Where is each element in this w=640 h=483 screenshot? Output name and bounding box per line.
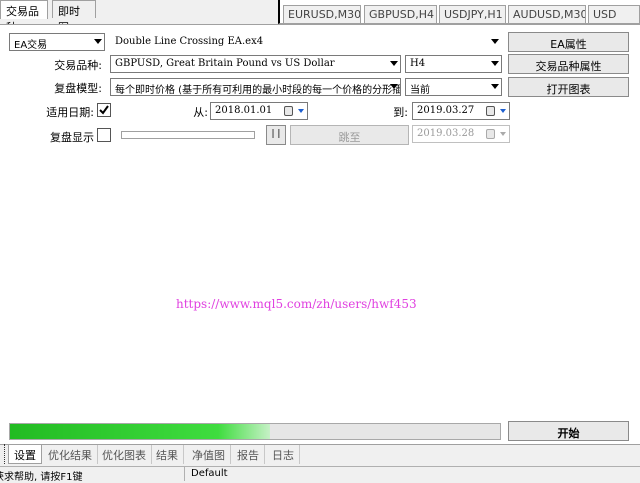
skip-date-picker[interactable]: 2019.03.28 bbox=[412, 125, 510, 143]
tab-graph[interactable]: 净值图 bbox=[187, 445, 231, 464]
pause-button[interactable]: | | bbox=[266, 125, 286, 145]
checkmark-icon bbox=[99, 105, 109, 115]
tab-results[interactable]: 结果 bbox=[151, 445, 184, 464]
chevron-down-icon bbox=[390, 61, 398, 66]
visual-mode-checkbox[interactable] bbox=[97, 128, 111, 142]
model-select-value: 每个即时价格 (基于所有可利用的最小时段的每一个价格的分形插 bbox=[115, 85, 401, 96]
calendar-icon bbox=[486, 129, 495, 139]
skip-date-value: 2019.03.28 bbox=[417, 128, 475, 139]
mode-select[interactable]: EA交易 bbox=[9, 33, 105, 51]
status-profile: Default bbox=[191, 468, 228, 479]
model-select[interactable]: 每个即时价格 (基于所有可利用的最小时段的每一个价格的分形插 bbox=[110, 78, 401, 96]
chevron-down-icon bbox=[390, 84, 398, 89]
test-progress-bar bbox=[9, 423, 501, 440]
visual-mode-label: 复盘显示 bbox=[50, 131, 94, 144]
tab-optimization-results[interactable]: 优化结果 bbox=[43, 445, 98, 464]
chevron-down-icon bbox=[500, 109, 506, 113]
calendar-icon bbox=[284, 106, 293, 116]
mode-select-value: EA交易 bbox=[14, 40, 48, 51]
tab-label: 结果 bbox=[156, 449, 178, 462]
progress-fill bbox=[10, 424, 270, 439]
status-help-text: 获求帮助, 请按F1键 bbox=[0, 472, 83, 483]
use-date-label: 适用日期: bbox=[46, 106, 94, 119]
to-label: 到: bbox=[393, 106, 408, 119]
model-label: 复盘模型: bbox=[54, 82, 102, 95]
expert-select[interactable]: Double Line Crossing EA.ex4 bbox=[110, 33, 502, 51]
symbol-properties-button[interactable]: 交易品种属性 bbox=[508, 54, 629, 74]
chart-tab-audusd[interactable]: AUDUSD,M30 bbox=[508, 5, 586, 23]
chevron-down-icon bbox=[298, 109, 304, 113]
chart-tab-eurusd[interactable]: EURUSD,M30 bbox=[283, 5, 361, 23]
tab-journal[interactable]: 日志 bbox=[267, 445, 300, 464]
start-button[interactable]: 开始 bbox=[508, 421, 629, 441]
watermark-url: https://www.mql5.com/zh/users/hwf453 bbox=[176, 297, 417, 311]
skip-to-button[interactable]: 跳至 bbox=[290, 125, 409, 145]
period-select-value: H4 bbox=[410, 58, 426, 69]
chart-tab-usd[interactable]: USD bbox=[588, 5, 640, 23]
tab-optimization-graph[interactable]: 优化图表 bbox=[97, 445, 152, 464]
chart-tab-strip: EURUSD,M30 GBPUSD,H4 USDJPY,H1 AUDUSD,M3… bbox=[278, 0, 640, 24]
chart-tab-gbpusd[interactable]: GBPUSD,H4 bbox=[364, 5, 437, 23]
tab-label: 日志 bbox=[272, 449, 294, 462]
chevron-down-icon bbox=[491, 61, 499, 66]
use-date-checkbox[interactable] bbox=[97, 103, 111, 117]
chart-tab-label: EURUSD,M30 bbox=[288, 8, 361, 21]
from-date-value: 2018.01.01 bbox=[215, 105, 273, 116]
panel-gripper[interactable] bbox=[0, 444, 5, 464]
from-date-picker[interactable]: 2018.01.01 bbox=[210, 102, 308, 120]
ea-properties-button[interactable]: EA属性 bbox=[508, 32, 629, 52]
tab-report[interactable]: 报告 bbox=[232, 445, 265, 464]
period-select[interactable]: H4 bbox=[405, 55, 502, 73]
spread-select[interactable]: 当前 bbox=[405, 78, 502, 96]
chart-tab-usdjpy[interactable]: USDJPY,H1 bbox=[439, 5, 506, 23]
chart-tab-label: GBPUSD,H4 bbox=[369, 8, 434, 21]
tab-label: 报告 bbox=[237, 449, 259, 462]
symbol-select-value: GBPUSD, Great Britain Pound vs US Dollar bbox=[115, 58, 335, 69]
from-label: 从: bbox=[193, 106, 208, 119]
chevron-down-icon bbox=[94, 39, 102, 44]
spread-select-value: 当前 bbox=[410, 85, 430, 96]
to-date-picker[interactable]: 2019.03.27 bbox=[412, 102, 510, 120]
chart-tab-label: USDJPY,H1 bbox=[444, 8, 503, 21]
symbol-select[interactable]: GBPUSD, Great Britain Pound vs US Dollar bbox=[110, 55, 401, 73]
chart-tab-label: AUDUSD,M30 bbox=[513, 8, 586, 21]
status-divider bbox=[184, 467, 185, 481]
tab-tick-chart[interactable]: 即时图 bbox=[52, 0, 96, 34]
chart-tab-label: USD bbox=[593, 8, 617, 21]
status-bar: 获求帮助, 请按F1键 Default bbox=[0, 466, 640, 483]
chevron-down-icon bbox=[491, 84, 499, 89]
visual-speed-slider[interactable] bbox=[121, 131, 255, 139]
tab-symbols[interactable]: 交易品种 bbox=[0, 0, 48, 34]
symbol-label: 交易品种: bbox=[54, 59, 102, 72]
calendar-icon bbox=[486, 106, 495, 116]
chevron-down-icon bbox=[491, 39, 499, 44]
tab-label: 净值图 bbox=[192, 449, 225, 462]
open-chart-button[interactable]: 打开图表 bbox=[508, 77, 629, 97]
expert-select-value: Double Line Crossing EA.ex4 bbox=[115, 36, 264, 47]
to-date-value: 2019.03.27 bbox=[417, 105, 475, 116]
tab-label: 优化图表 bbox=[102, 449, 146, 462]
chevron-down-icon bbox=[500, 132, 506, 136]
tab-label: 优化结果 bbox=[48, 449, 92, 462]
bottom-tab-strip: 设置 优化结果 优化图表 结果 净值图 报告 日志 bbox=[0, 444, 640, 464]
tab-settings[interactable]: 设置 bbox=[8, 445, 42, 464]
tab-settings-label: 设置 bbox=[14, 449, 36, 462]
